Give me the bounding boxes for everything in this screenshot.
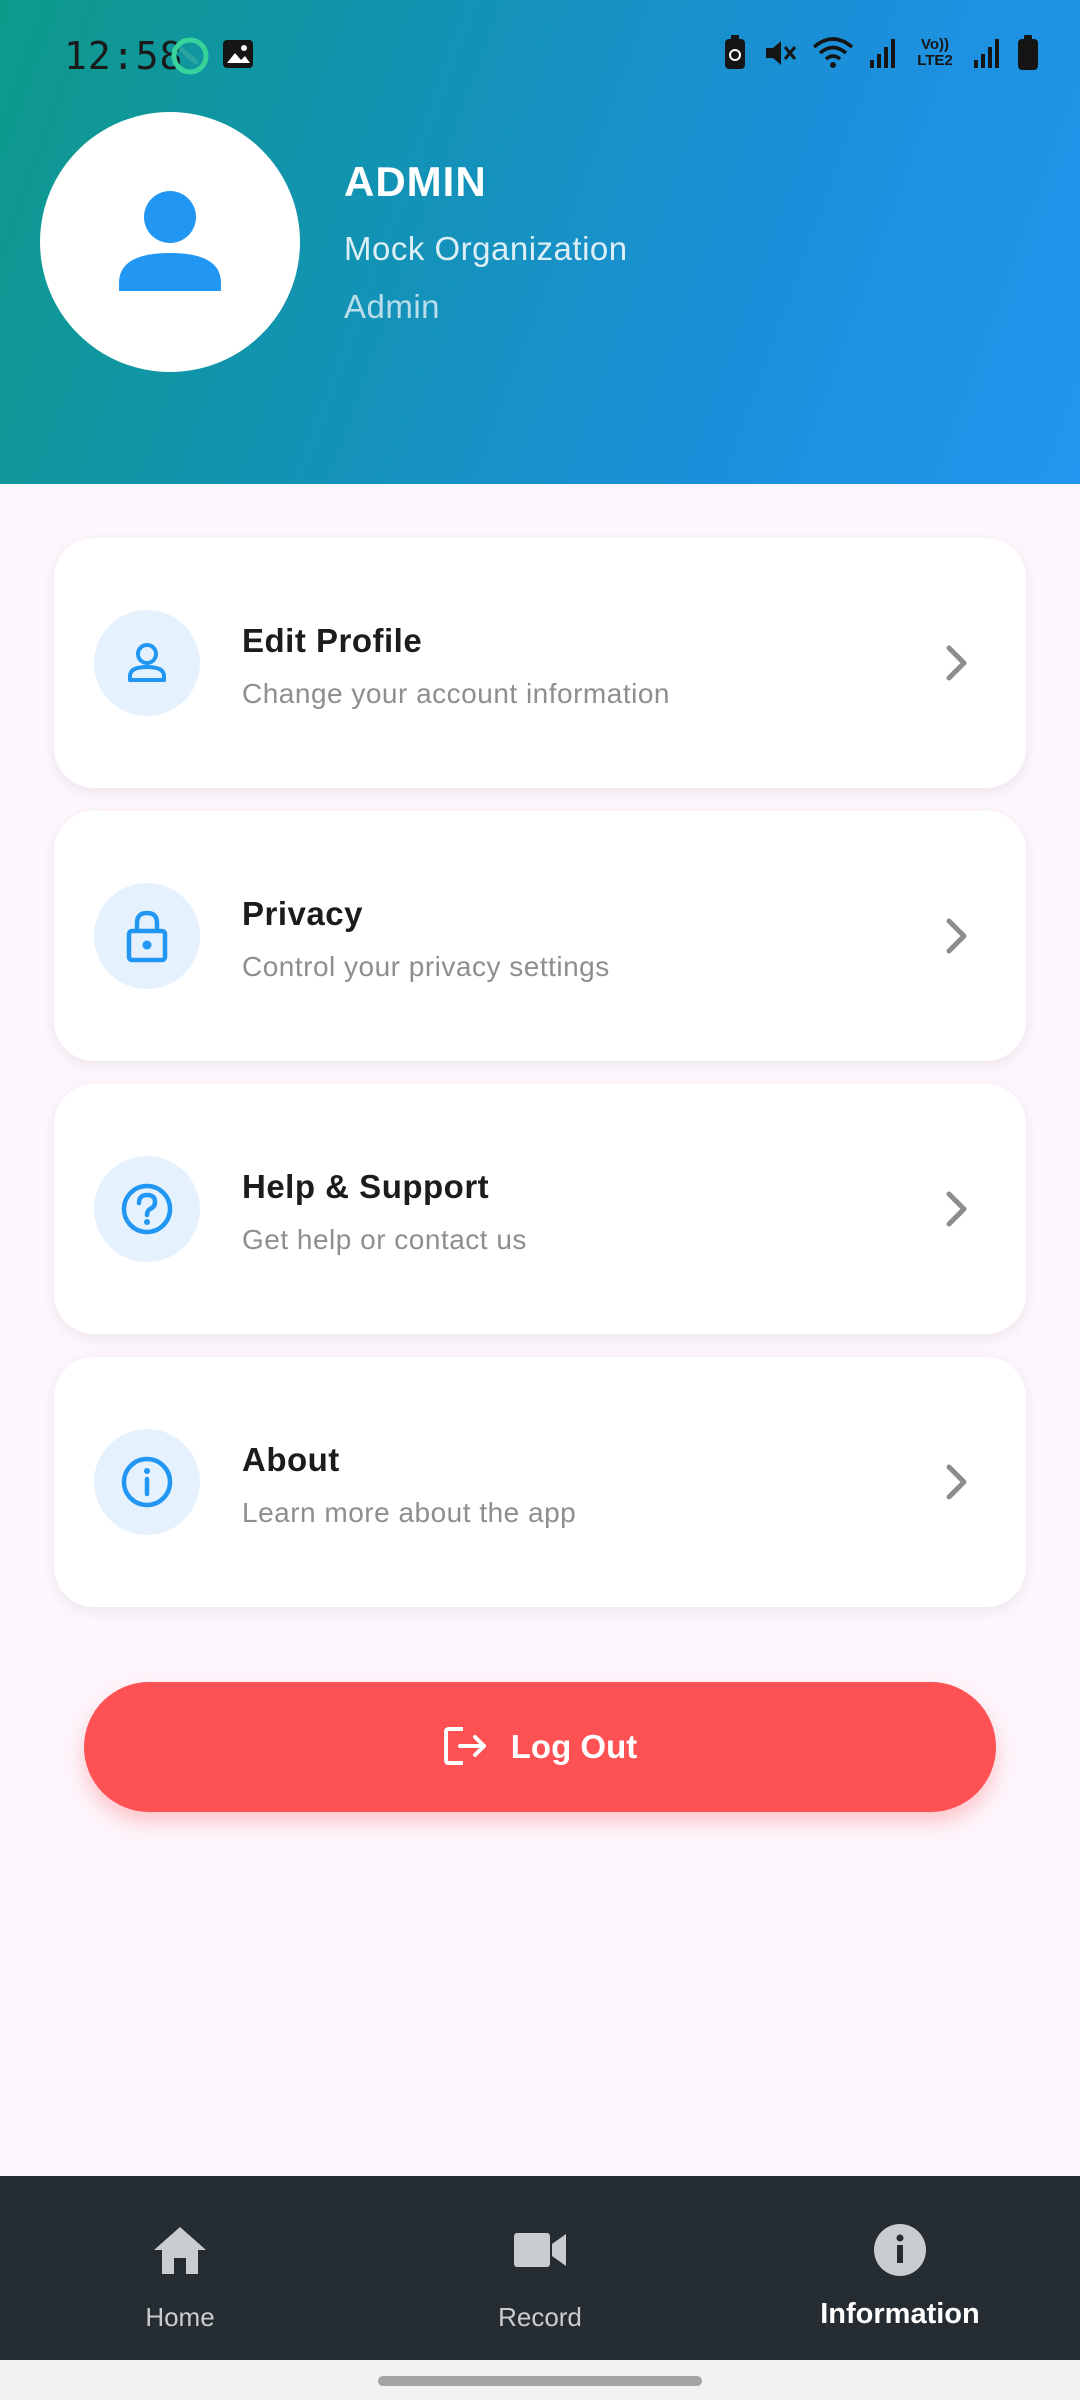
nav-label: Home [145,2302,215,2332]
chevron-right-icon [938,915,974,962]
videocam-icon [512,2220,568,2280]
network-type-label: Vo)) LTE2 [917,36,953,69]
gallery-icon [220,36,260,76]
bottom-navigation: Home Record Information [0,2176,1080,2360]
help-circle-icon [94,1156,200,1262]
profile-screen: 12:58 Vo)) LTE2 ADMIN Mock Organization … [0,0,1080,2400]
signal-icon [972,36,1002,70]
profile-role: Admin [344,288,441,325]
menu-item-help-support[interactable]: Help & Support Get help or contact us [54,1084,1026,1334]
nav-label: Information [820,2298,980,2330]
status-time: 12:58 [64,34,184,78]
chevron-right-icon [938,642,974,689]
lock-icon [94,883,200,989]
nav-label: Record [498,2302,582,2332]
battery-icon [1016,34,1040,72]
status-bar: 12:58 Vo)) LTE2 [0,0,1080,110]
signal-icon [868,36,898,70]
wifi-icon [812,35,854,71]
logout-icon [443,1725,489,1770]
logout-button[interactable]: Log Out [84,1682,996,1812]
battery-saver-icon [722,34,748,72]
menu-item-subtitle: Get help or contact us [242,1224,527,1255]
mute-icon [762,35,798,71]
profile-header: 12:58 Vo)) LTE2 ADMIN Mock Organization … [0,0,1080,484]
chevron-right-icon [938,1188,974,1235]
menu-item-about[interactable]: About Learn more about the app [54,1357,1026,1607]
menu-item-title: Help & Support [242,1168,490,1205]
info-circle-icon [94,1429,200,1535]
gesture-handle[interactable] [378,2376,702,2386]
sync-icon [170,36,210,76]
menu-item-title: About [242,1441,340,1478]
menu-item-edit-profile[interactable]: Edit Profile Change your account informa… [54,538,1026,788]
chevron-right-icon [938,1461,974,1508]
person-icon [119,191,221,291]
menu-item-title: Privacy [242,895,363,932]
logout-label: Log Out [510,1728,638,1765]
profile-name: ADMIN [344,158,487,205]
avatar[interactable] [40,112,300,372]
profile-organization: Mock Organization [344,230,628,267]
nav-item-record[interactable]: Record [360,2176,720,2360]
gesture-bar [0,2360,1080,2400]
nav-item-home[interactable]: Home [0,2176,360,2360]
menu-item-title: Edit Profile [242,622,423,659]
menu-item-privacy[interactable]: Privacy Control your privacy settings [54,811,1026,1061]
info-icon [872,2220,928,2280]
menu-item-subtitle: Change your account information [242,678,670,709]
menu-item-subtitle: Control your privacy settings [242,951,610,982]
nav-item-information[interactable]: Information [720,2176,1080,2360]
person-outline-icon [94,610,200,716]
home-icon [152,2220,208,2280]
menu-item-subtitle: Learn more about the app [242,1497,577,1528]
